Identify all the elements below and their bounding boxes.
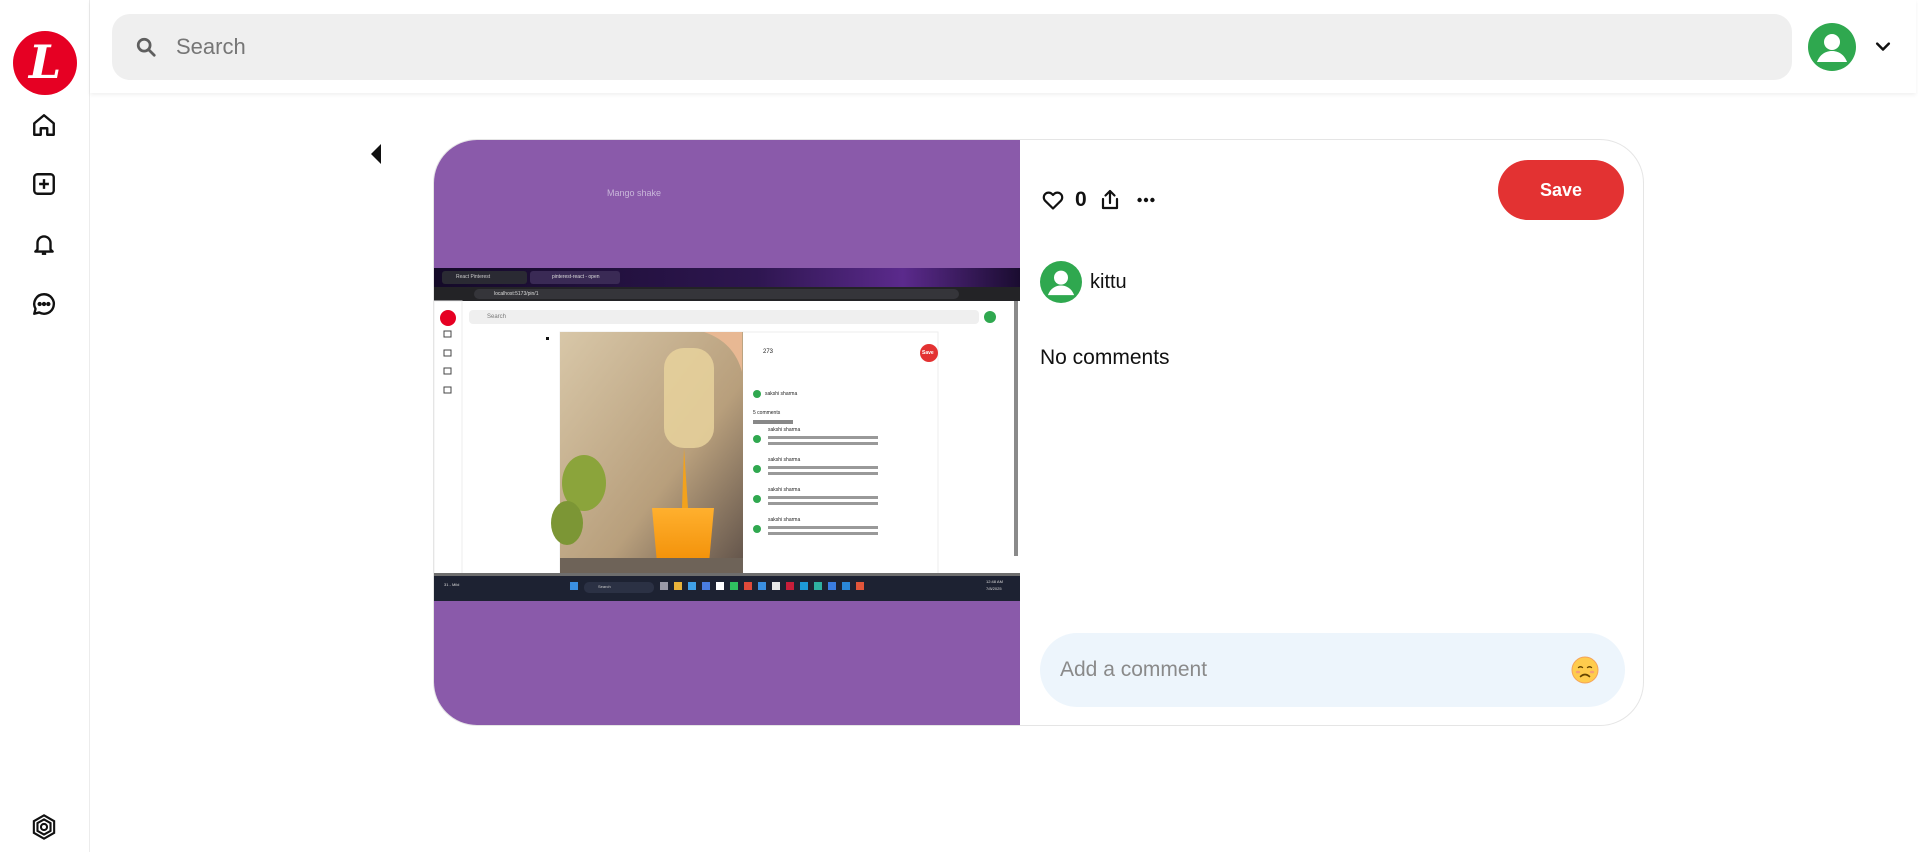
embedded-weather: 31 - Mild — [444, 582, 460, 587]
like-count: 0 — [1075, 188, 1087, 211]
account-menu-button[interactable] — [1870, 34, 1896, 60]
embedded-save: Save — [922, 350, 934, 356]
logo-letter: L — [28, 35, 62, 89]
search-input[interactable] — [176, 34, 1736, 60]
user-avatar-icon — [1808, 23, 1856, 71]
pin-image-caption: Mango shake — [607, 188, 662, 198]
settings-icon — [32, 814, 56, 840]
embedded-comment-user: sakshi sharma — [768, 517, 801, 523]
sidebar-item-messages[interactable] — [27, 287, 61, 321]
pin-detail-card: Mango shake React Pinterest pinterest-re… — [433, 139, 1644, 726]
embedded-url: localhost:5173/pin/1 — [494, 291, 539, 297]
chevron-down-icon — [1875, 42, 1891, 51]
embedded-comment-user: sakshi sharma — [768, 457, 801, 463]
sidebar-item-home[interactable] — [27, 108, 61, 142]
sidebar-item-notifications[interactable] — [27, 227, 61, 261]
embedded-author: sakshi sharma — [765, 391, 798, 397]
pin-media: Mango shake React Pinterest pinterest-re… — [434, 140, 1020, 725]
search-icon — [132, 33, 160, 61]
pin-author[interactable]: kittu — [1040, 261, 1127, 303]
embedded-taskbar-search: Search — [598, 584, 611, 589]
heart-icon — [1042, 191, 1064, 210]
embedded-date: 7/8/2025 — [986, 586, 1002, 591]
pin-image: React Pinterest pinterest-react - open l… — [434, 268, 1020, 601]
user-avatar-icon — [1040, 261, 1082, 303]
embedded-screenshot — [434, 268, 1020, 601]
comments-status: No comments — [1040, 346, 1170, 369]
author-name[interactable]: kittu — [1090, 271, 1127, 294]
pin-actions: 0 — [1040, 175, 1159, 225]
embedded-comments-header: 5 comments — [753, 410, 781, 416]
chat-bubble-icon — [33, 293, 56, 315]
plus-square-icon — [33, 173, 55, 195]
emoji-button[interactable] — [1570, 655, 1600, 685]
share-icon — [1101, 189, 1118, 210]
sidebar-item-create[interactable] — [27, 167, 61, 201]
like-button[interactable] — [1040, 187, 1066, 213]
save-button[interactable]: Save — [1498, 160, 1624, 220]
back-button[interactable] — [368, 143, 386, 165]
home-icon — [33, 114, 55, 136]
embedded-tab-1: React Pinterest — [456, 274, 491, 280]
top-bar — [90, 0, 1916, 93]
embedded-time: 12:48 AM — [986, 579, 1003, 584]
comment-composer — [1040, 633, 1625, 707]
share-button[interactable] — [1097, 187, 1123, 213]
more-options-button[interactable] — [1133, 187, 1159, 213]
embedded-comment-user: sakshi sharma — [768, 487, 801, 493]
pin-details: 0 Save kittu No comments — [1020, 140, 1643, 725]
bell-icon — [34, 235, 54, 255]
user-avatar-button[interactable] — [1808, 23, 1856, 71]
comment-input[interactable] — [1060, 658, 1540, 682]
embedded-tab-2: pinterest-react - open — [552, 274, 600, 280]
caret-left-icon — [371, 144, 381, 164]
app-logo[interactable]: L — [13, 31, 77, 95]
settings-button[interactable] — [30, 813, 58, 841]
sidebar: L — [0, 0, 90, 852]
emoji-icon — [1571, 656, 1599, 684]
embedded-search-placeholder: Search — [487, 314, 507, 320]
more-horizontal-icon — [1137, 197, 1155, 203]
search-bar — [112, 14, 1792, 80]
embedded-like-count: 273 — [763, 349, 774, 355]
embedded-comment-user: sakshi sharma — [768, 427, 801, 433]
